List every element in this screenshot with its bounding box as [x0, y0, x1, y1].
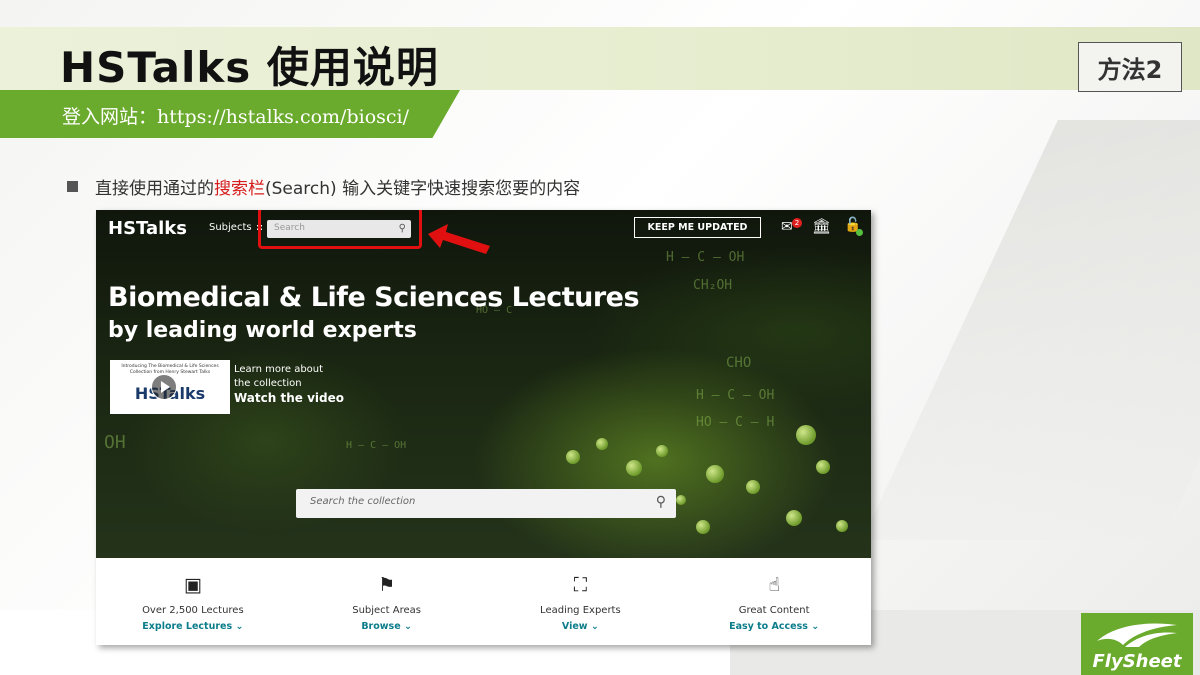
lectern-icon: ⛶	[573, 574, 588, 596]
wing-icon	[1097, 623, 1177, 647]
learn-line-2: the collection	[234, 378, 302, 389]
pointer-hand-icon: ☝	[768, 574, 780, 596]
explore-lectures-link[interactable]: Explore Lectures ⌄	[142, 621, 243, 632]
feature-experts: ⛶ Leading Experts View ⌄	[484, 558, 678, 645]
features-bar: ▣ Over 2,500 Lectures Explore Lectures ⌄…	[96, 558, 871, 645]
search-icon[interactable]: ⚲	[656, 494, 666, 510]
subjects-menu[interactable]: Subjects	[209, 222, 263, 233]
feature-title: Subject Areas	[352, 605, 422, 616]
browse-link[interactable]: Browse ⌄	[361, 621, 412, 632]
mail-count-badge: 2	[792, 218, 802, 228]
learn-line-1: Learn more about	[234, 364, 324, 375]
video-icon: ▣	[183, 574, 202, 596]
method-badge: 方法2	[1078, 42, 1182, 92]
feature-content: ☝ Great Content Easy to Access ⌄	[677, 558, 871, 645]
feature-subjects: ⚑ Subject Areas Browse ⌄	[290, 558, 484, 645]
bullet-text-before: 直接使用通过的	[95, 179, 214, 199]
search-highlight-box	[258, 210, 422, 249]
watch-video-link[interactable]: Watch the video	[234, 391, 344, 405]
feature-title: Over 2,500 Lectures	[142, 605, 244, 616]
easy-access-link[interactable]: Easy to Access ⌄	[729, 621, 819, 632]
view-link[interactable]: View ⌄	[562, 621, 599, 632]
play-icon[interactable]	[151, 374, 177, 400]
video-thumbnail[interactable]: Introducing The Biomedical & Life Scienc…	[110, 360, 230, 414]
flysheet-logo: FlySheet	[1081, 613, 1193, 675]
hero-subtitle: by leading world experts	[108, 318, 417, 343]
page-title: HSTalks 使用说明	[60, 43, 439, 92]
feature-title: Leading Experts	[540, 605, 621, 616]
bullet-square-icon	[67, 181, 78, 192]
hstalks-screenshot: H — C — OH CH₂OH CHO H — C — OH HO — C —…	[96, 210, 871, 645]
feature-title: Great Content	[738, 605, 810, 616]
mail-icon[interactable]: ✉	[781, 219, 793, 235]
keep-me-updated-button[interactable]: KEEP ME UPDATED	[634, 217, 761, 238]
video-promo-text[interactable]: Learn more about the collection Watch th…	[234, 363, 344, 405]
instruction-bullet: 直接使用通过的 搜索栏 (Search) 输入关键字快速搜索您要的内容	[67, 174, 580, 199]
hstalks-logo[interactable]: HSTalks	[108, 218, 187, 239]
hero-title: Biomedical & Life Sciences Lectures	[108, 282, 640, 313]
thumb-caption: Introducing The Biomedical & Life Scienc…	[121, 364, 219, 375]
institution-icon[interactable]: 🏛	[812, 217, 831, 235]
bullet-text-highlight: 搜索栏	[214, 179, 265, 199]
brand-name: FlySheet	[1092, 651, 1182, 672]
hero-banner: H — C — OH CH₂OH CHO H — C — OH HO — C —…	[96, 210, 871, 558]
flag-icon: ⚑	[378, 574, 396, 596]
collection-search-input[interactable]: Search the collection ⚲	[296, 489, 676, 518]
collection-search-placeholder: Search the collection	[310, 496, 416, 507]
red-arrow-icon	[428, 224, 490, 254]
feature-lectures: ▣ Over 2,500 Lectures Explore Lectures ⌄	[96, 558, 290, 645]
subjects-label: Subjects	[209, 222, 252, 233]
status-dot	[856, 229, 863, 236]
subtitle-url-text: 登入网站：https://hstalks.com/biosci/	[62, 106, 410, 128]
bullet-text-after: (Search) 输入关键字快速搜索您要的内容	[265, 179, 581, 199]
